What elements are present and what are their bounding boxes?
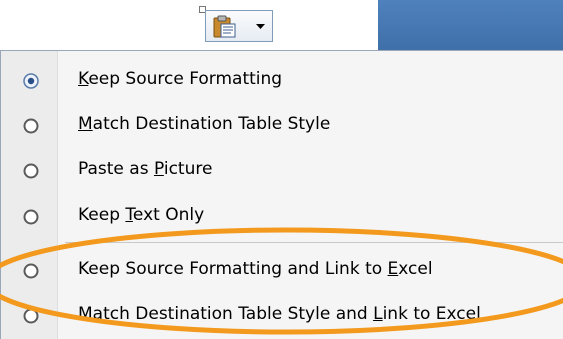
clipboard-paste-icon (213, 15, 236, 38)
paste-options-menu: Keep Source Formatting Match Destination… (0, 50, 563, 339)
table-header-area (378, 0, 563, 52)
radio-unselected-icon (23, 163, 39, 179)
menu-item-label: Paste as Picture (78, 159, 213, 179)
radio-unselected-icon (23, 308, 39, 324)
menu-item-match-destination-link-excel[interactable]: Match Destination Table Style and Link t… (1, 296, 563, 336)
radio-unselected-icon (23, 263, 39, 279)
menu-item-keep-source-formatting-link-excel[interactable]: Keep Source Formatting and Link to Excel (1, 251, 563, 291)
radio-unselected-icon (23, 118, 39, 134)
radio-unselected-icon (23, 209, 39, 225)
slide-area (0, 0, 378, 50)
menu-item-keep-source-formatting[interactable]: Keep Source Formatting (1, 61, 563, 101)
menu-item-label: Keep Source Formatting and Link to Excel (78, 259, 433, 279)
menu-item-keep-text-only[interactable]: Keep Text Only (1, 197, 563, 237)
menu-separator (65, 242, 563, 243)
menu-item-label: Keep Source Formatting (78, 69, 283, 89)
menu-item-match-destination-table-style[interactable]: Match Destination Table Style (1, 106, 563, 146)
menu-item-label: Keep Text Only (78, 205, 205, 225)
menu-item-label: Match Destination Table Style (78, 114, 331, 134)
menu-item-paste-as-picture[interactable]: Paste as Picture (1, 151, 563, 191)
chevron-down-icon[interactable] (256, 24, 265, 30)
radio-selected-icon (23, 73, 39, 89)
paste-options-button[interactable] (205, 10, 273, 42)
menu-item-label: Match Destination Table Style and Link t… (78, 304, 481, 324)
